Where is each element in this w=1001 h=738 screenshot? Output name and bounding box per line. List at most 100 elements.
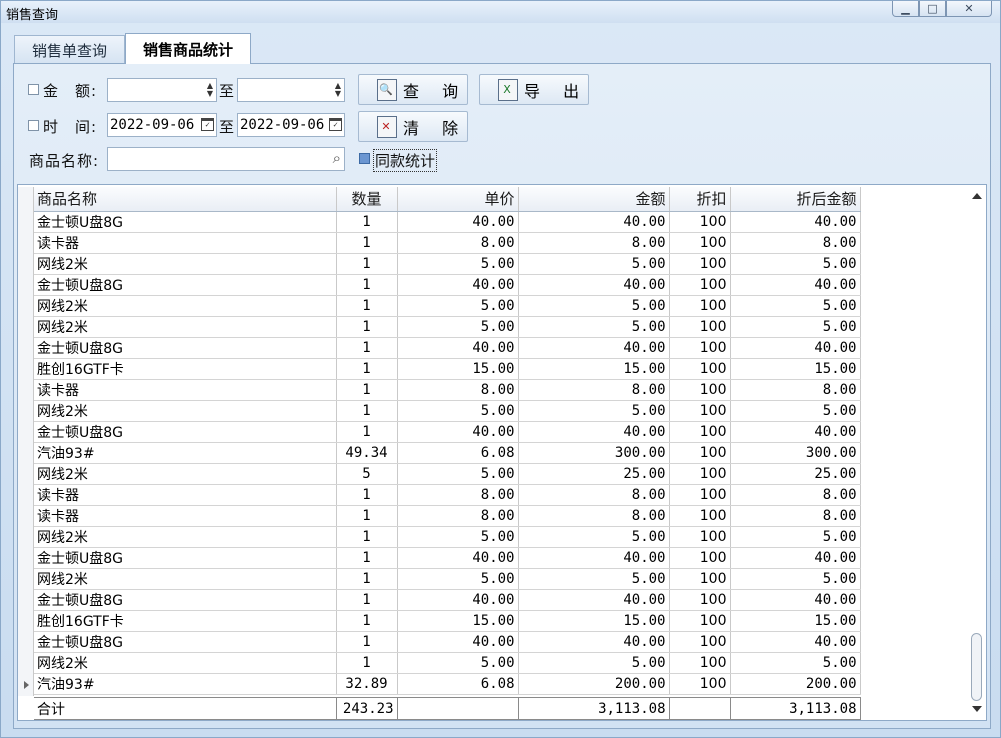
cell-unit-price[interactable]: 40.00 bbox=[397, 211, 519, 233]
cell-discount[interactable]: 100 bbox=[669, 379, 731, 401]
cell-discount[interactable]: 100 bbox=[669, 232, 731, 254]
cell-discounted-amount[interactable]: 40.00 bbox=[730, 631, 861, 653]
cell-unit-price[interactable]: 5.00 bbox=[397, 652, 519, 674]
cell-unit-price[interactable]: 40.00 bbox=[397, 337, 519, 359]
cell-amount[interactable]: 8.00 bbox=[518, 379, 670, 401]
table-row[interactable]: 网线2米 1 5.00 5.00 100 5.00 bbox=[34, 526, 861, 548]
cell-product-name[interactable]: 金士顿U盘8G bbox=[34, 274, 337, 296]
cell-quantity[interactable]: 1 bbox=[336, 316, 398, 338]
cell-product-name[interactable]: 读卡器 bbox=[34, 232, 337, 254]
cell-unit-price[interactable]: 5.00 bbox=[397, 295, 519, 317]
cell-product-name[interactable]: 读卡器 bbox=[34, 484, 337, 506]
cell-unit-price[interactable]: 40.00 bbox=[397, 631, 519, 653]
cell-product-name[interactable]: 金士顿U盘8G bbox=[34, 547, 337, 569]
cell-discount[interactable]: 100 bbox=[669, 274, 731, 296]
table-row[interactable]: 金士顿U盘8G 1 40.00 40.00 100 40.00 bbox=[34, 421, 861, 443]
cell-discounted-amount[interactable]: 8.00 bbox=[730, 232, 861, 254]
table-row[interactable]: 金士顿U盘8G 1 40.00 40.00 100 40.00 bbox=[34, 337, 861, 359]
cell-discount[interactable]: 100 bbox=[669, 337, 731, 359]
amount-to-input[interactable]: ▲ ▼ bbox=[237, 78, 345, 102]
cell-discounted-amount[interactable]: 5.00 bbox=[730, 526, 861, 548]
cell-discount[interactable]: 100 bbox=[669, 547, 731, 569]
cell-product-name[interactable]: 汽油93# bbox=[34, 673, 337, 695]
cell-quantity[interactable]: 1 bbox=[336, 547, 398, 569]
cell-discount[interactable]: 100 bbox=[669, 421, 731, 443]
column-header-amount[interactable]: 金额 bbox=[518, 187, 670, 212]
amount-checkbox[interactable] bbox=[28, 84, 39, 95]
cell-unit-price[interactable]: 5.00 bbox=[397, 253, 519, 275]
table-row[interactable]: 网线2米 1 5.00 5.00 100 5.00 bbox=[34, 253, 861, 275]
cell-amount[interactable]: 5.00 bbox=[518, 568, 670, 590]
cell-discount[interactable]: 100 bbox=[669, 673, 731, 695]
table-row[interactable]: 网线2米 1 5.00 5.00 100 5.00 bbox=[34, 568, 861, 590]
scroll-thumb[interactable] bbox=[971, 633, 982, 701]
cell-product-name[interactable]: 网线2米 bbox=[34, 526, 337, 548]
cell-unit-price[interactable]: 6.08 bbox=[397, 442, 519, 464]
cell-amount[interactable]: 200.00 bbox=[518, 673, 670, 695]
cell-discount[interactable]: 100 bbox=[669, 568, 731, 590]
column-header-discounted-amount[interactable]: 折后金额 bbox=[730, 187, 861, 212]
cell-product-name[interactable]: 金士顿U盘8G bbox=[34, 589, 337, 611]
cell-quantity[interactable]: 32.89 bbox=[336, 673, 398, 695]
cell-product-name[interactable]: 胜创16GTF卡 bbox=[34, 610, 337, 632]
cell-product-name[interactable]: 金士顿U盘8G bbox=[34, 631, 337, 653]
table-row[interactable]: 胜创16GTF卡 1 15.00 15.00 100 15.00 bbox=[34, 610, 861, 632]
cell-amount[interactable]: 5.00 bbox=[518, 526, 670, 548]
cell-unit-price[interactable]: 8.00 bbox=[397, 379, 519, 401]
cell-quantity[interactable]: 1 bbox=[336, 526, 398, 548]
cell-amount[interactable]: 40.00 bbox=[518, 589, 670, 611]
cell-unit-price[interactable]: 8.00 bbox=[397, 232, 519, 254]
search-icon[interactable]: ⌕ bbox=[333, 149, 341, 167]
column-header-discount[interactable]: 折扣 bbox=[669, 187, 731, 212]
cell-quantity[interactable]: 1 bbox=[336, 337, 398, 359]
cell-discounted-amount[interactable]: 300.00 bbox=[730, 442, 861, 464]
cell-unit-price[interactable]: 5.00 bbox=[397, 568, 519, 590]
table-row[interactable]: 金士顿U盘8G 1 40.00 40.00 100 40.00 bbox=[34, 547, 861, 569]
cell-discounted-amount[interactable]: 200.00 bbox=[730, 673, 861, 695]
cell-discounted-amount[interactable]: 40.00 bbox=[730, 274, 861, 296]
cell-discount[interactable]: 100 bbox=[669, 316, 731, 338]
cell-quantity[interactable]: 1 bbox=[336, 589, 398, 611]
cell-unit-price[interactable]: 40.00 bbox=[397, 274, 519, 296]
cell-product-name[interactable]: 网线2米 bbox=[34, 400, 337, 422]
cell-quantity[interactable]: 1 bbox=[336, 295, 398, 317]
cell-amount[interactable]: 15.00 bbox=[518, 358, 670, 380]
cell-unit-price[interactable]: 8.00 bbox=[397, 505, 519, 527]
cell-quantity[interactable]: 1 bbox=[336, 211, 398, 233]
table-row[interactable]: 金士顿U盘8G 1 40.00 40.00 100 40.00 bbox=[34, 631, 861, 653]
same-style-label[interactable]: 同款统计 bbox=[373, 149, 438, 172]
table-row[interactable]: 网线2米 1 5.00 5.00 100 5.00 bbox=[34, 316, 861, 338]
table-row[interactable]: 读卡器 1 8.00 8.00 100 8.00 bbox=[34, 505, 861, 527]
cell-quantity[interactable]: 1 bbox=[336, 610, 398, 632]
cell-discounted-amount[interactable]: 5.00 bbox=[730, 316, 861, 338]
cell-unit-price[interactable]: 40.00 bbox=[397, 547, 519, 569]
cell-discounted-amount[interactable]: 8.00 bbox=[730, 379, 861, 401]
cell-discount[interactable]: 100 bbox=[669, 253, 731, 275]
cell-quantity[interactable]: 1 bbox=[336, 568, 398, 590]
table-row[interactable]: 金士顿U盘8G 1 40.00 40.00 100 40.00 bbox=[34, 589, 861, 611]
tab-sales-product-stats[interactable]: 销售商品统计 bbox=[125, 33, 252, 64]
cell-product-name[interactable]: 网线2米 bbox=[34, 463, 337, 485]
cell-product-name[interactable]: 网线2米 bbox=[34, 568, 337, 590]
cell-amount[interactable]: 25.00 bbox=[518, 463, 670, 485]
product-name-input[interactable]: ⌕ bbox=[107, 147, 345, 171]
cell-discounted-amount[interactable]: 40.00 bbox=[730, 337, 861, 359]
cell-amount[interactable]: 40.00 bbox=[518, 631, 670, 653]
scroll-up-icon[interactable] bbox=[972, 193, 982, 199]
cell-amount[interactable]: 40.00 bbox=[518, 547, 670, 569]
cell-discount[interactable]: 100 bbox=[669, 526, 731, 548]
cell-quantity[interactable]: 1 bbox=[336, 379, 398, 401]
cell-unit-price[interactable]: 40.00 bbox=[397, 421, 519, 443]
table-row[interactable]: 汽油93# 32.89 6.08 200.00 100 200.00 bbox=[34, 673, 861, 695]
calendar-icon[interactable]: ✓ bbox=[201, 118, 214, 131]
cell-discount[interactable]: 100 bbox=[669, 505, 731, 527]
cell-amount[interactable]: 8.00 bbox=[518, 505, 670, 527]
cell-amount[interactable]: 40.00 bbox=[518, 274, 670, 296]
cell-quantity[interactable]: 1 bbox=[336, 631, 398, 653]
amount-from-input[interactable]: ▲ ▼ bbox=[107, 78, 217, 102]
cell-discounted-amount[interactable]: 15.00 bbox=[730, 358, 861, 380]
cell-product-name[interactable]: 金士顿U盘8G bbox=[34, 421, 337, 443]
cell-discounted-amount[interactable]: 5.00 bbox=[730, 400, 861, 422]
cell-unit-price[interactable]: 5.00 bbox=[397, 526, 519, 548]
table-row[interactable]: 读卡器 1 8.00 8.00 100 8.00 bbox=[34, 379, 861, 401]
